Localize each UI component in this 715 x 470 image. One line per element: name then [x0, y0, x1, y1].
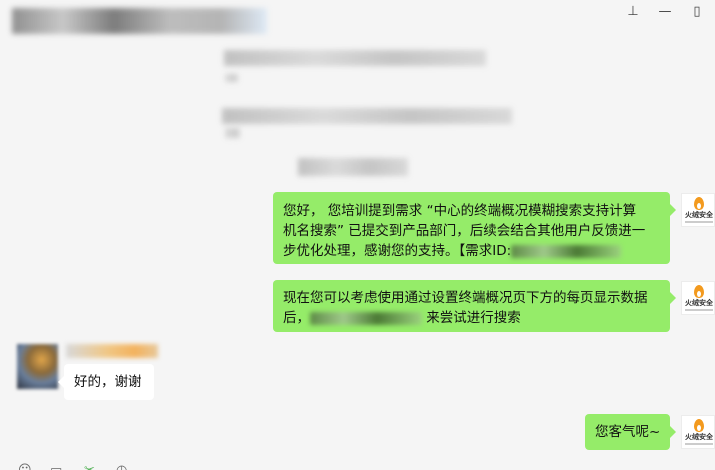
minimize-button[interactable]: —: [650, 0, 680, 22]
avatar[interactable]: 火绒安全: [681, 193, 715, 227]
message-bubble-received[interactable]: 好的，谢谢: [58, 364, 154, 400]
maximize-button[interactable]: ▯: [682, 0, 712, 22]
title-bar: ██████ ████ ███ ⊥ — ▯: [0, 0, 715, 42]
system-notice: [226, 128, 240, 138]
message-text: 现在您可以考虑使用通过设置终端概况页下方的每页显示数据: [283, 290, 648, 306]
message-text: 后，███ ███ ██ 来尝试进行搜索: [283, 310, 521, 326]
system-notice: ███ ███ ████ ██████ ██ ███ ██: [224, 50, 486, 66]
input-toolbar: [0, 460, 715, 470]
message-bubble-sent[interactable]: 您客气呢~: [585, 414, 676, 450]
system-notice: [226, 74, 238, 82]
redacted-text: ███ ███ ██: [310, 311, 422, 325]
system-notice: ████ ████ ██ ████████ ████ ████: [222, 108, 512, 124]
history-icon[interactable]: ◷: [116, 464, 127, 470]
pin-icon[interactable]: ⊥: [618, 0, 648, 22]
message-bubble-sent[interactable]: 您好， 您培训提到需求 “中心的终端概况模糊搜索支持计算 机名搜索” 已提交到产…: [273, 192, 676, 264]
avatar[interactable]: 火绒安全: [681, 415, 715, 449]
message-text: 您好， 您培训提到需求 “中心的终端概况模糊搜索支持计算: [283, 203, 637, 219]
message-text: 好的，谢谢: [74, 374, 142, 390]
avatar[interactable]: [17, 344, 58, 389]
sender-name: ██████: [66, 344, 158, 358]
message-bubble-sent[interactable]: 现在您可以考虑使用通过设置终端概况页下方的每页显示数据 后，███ ███ ██…: [273, 280, 676, 332]
message-text: 您客气呢~: [595, 424, 661, 440]
folder-icon[interactable]: ▭: [50, 464, 62, 470]
avatar[interactable]: 火绒安全: [681, 281, 715, 315]
emoji-icon[interactable]: ☺: [18, 464, 32, 470]
redacted-id: ████████: [511, 244, 622, 258]
chat-title: ██████ ████ ███: [12, 8, 267, 34]
system-notice: ██████ ███: [298, 158, 408, 176]
message-text: 步优化处理，感谢您的支持。【需求ID:████████: [283, 241, 660, 261]
scissors-icon[interactable]: ✂: [84, 464, 95, 470]
message-text: 机名搜索” 已提交到产品部门，后续会结合其他用户反馈进一: [283, 223, 646, 239]
